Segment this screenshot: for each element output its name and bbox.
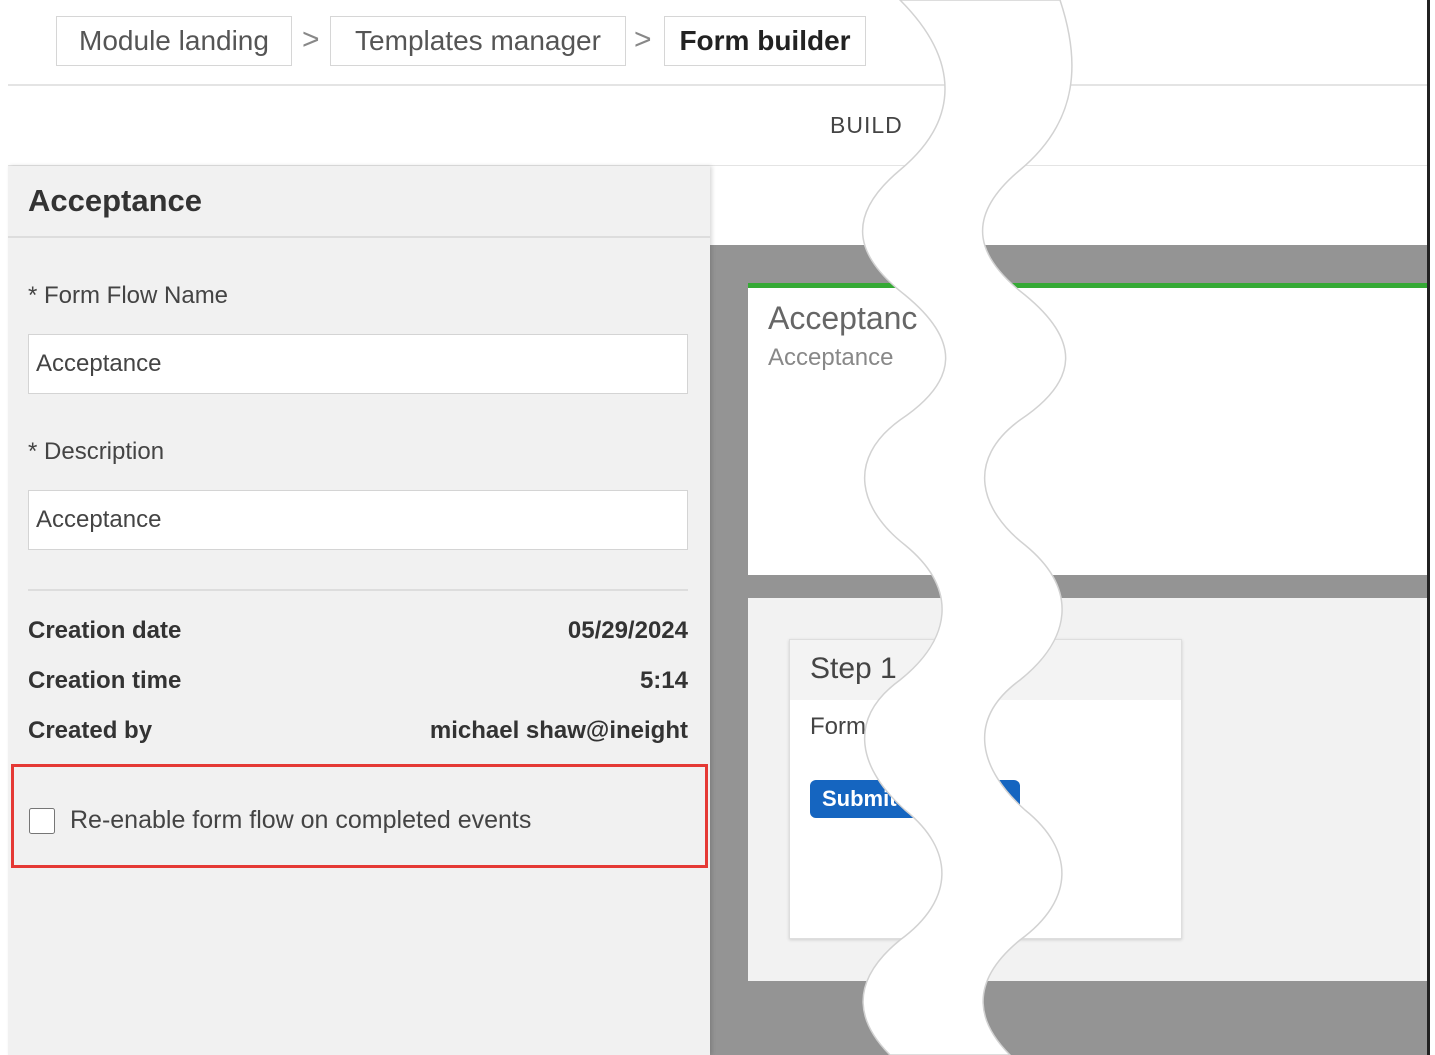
torn-edge-decoration xyxy=(861,0,1073,1055)
window-edge xyxy=(1427,0,1430,1055)
